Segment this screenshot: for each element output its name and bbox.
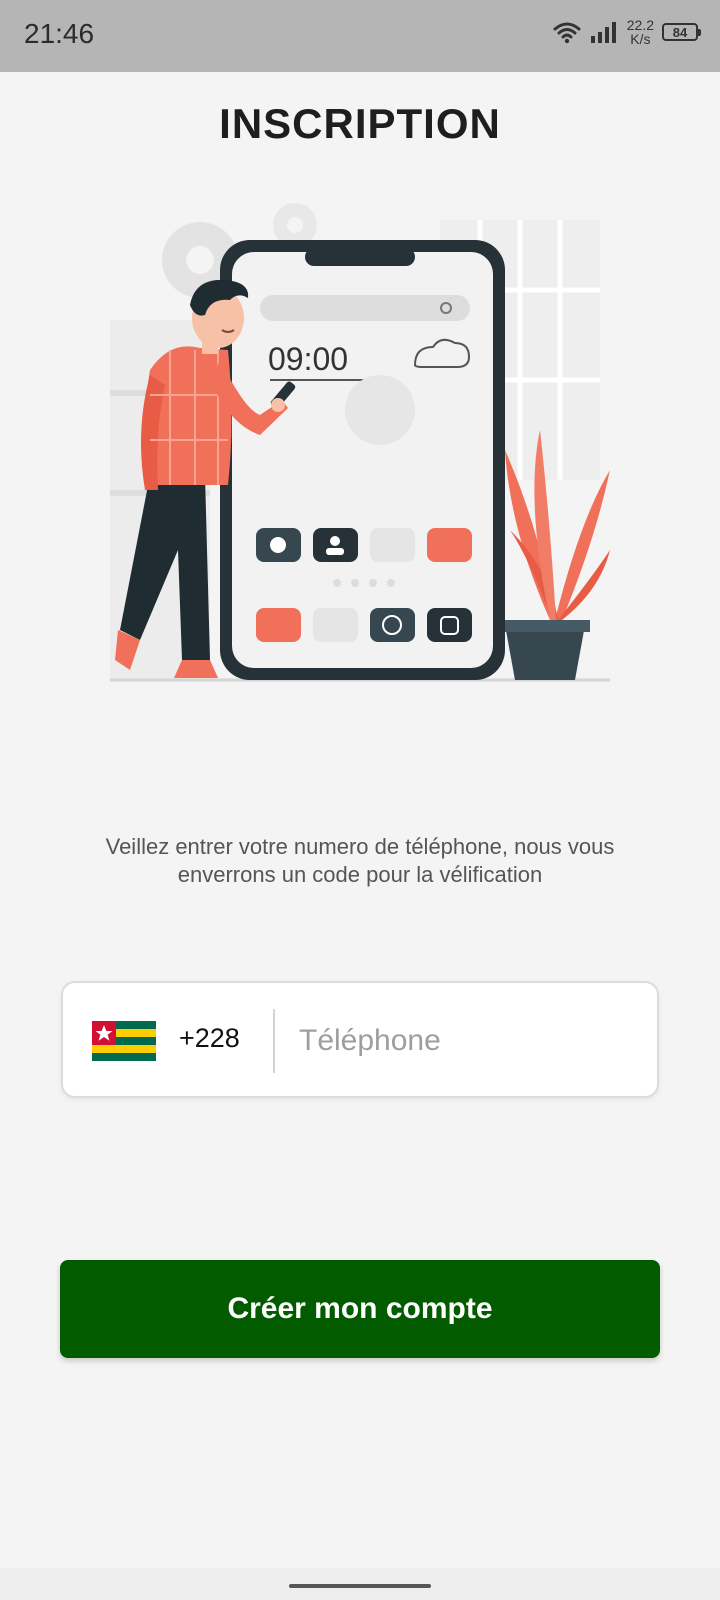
phone-input[interactable]: [297, 1011, 641, 1071]
network-speed: 22.2 K/s: [627, 18, 654, 46]
togo-flag-icon: [92, 1021, 156, 1061]
navigation-bar: [0, 1568, 720, 1600]
signal-icon: [590, 22, 616, 43]
phone-clock-text: 09:00: [268, 341, 348, 377]
wifi-icon: [553, 22, 581, 44]
battery-level: 84: [672, 24, 688, 40]
phone-number-field: +228: [61, 981, 659, 1098]
field-divider: [273, 1009, 275, 1073]
status-icons: 22.2 K/s 84: [553, 18, 701, 46]
network-speed-unit: K/s: [630, 31, 651, 47]
instruction-text: Veillez entrer votre numero de téléphone…: [105, 834, 615, 887]
dial-code: +228: [179, 1023, 240, 1053]
gesture-handle[interactable]: [289, 1584, 431, 1588]
status-time: 21:46: [24, 18, 95, 49]
battery-icon: 84: [662, 23, 701, 41]
phone-illustration: 09:00: [110, 203, 610, 682]
status-bar: 21:46 22.2 K/s 84: [0, 0, 720, 72]
phone-mockup: 09:00: [220, 240, 505, 680]
network-speed-value: 22.2: [626, 17, 654, 33]
page-title: INSCRIPTION: [219, 100, 501, 147]
create-account-button[interactable]: Créer mon compte: [60, 1260, 660, 1358]
screen: 21:46 22.2 K/s 84 INSCRIPTION 09:00 Veil…: [0, 0, 720, 1600]
country-code-selector[interactable]: +228: [63, 983, 275, 1096]
